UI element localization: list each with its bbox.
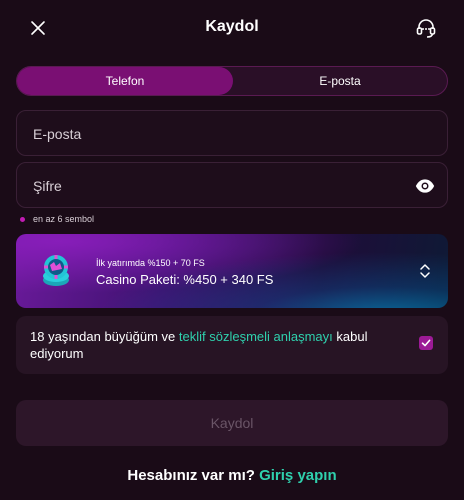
toggle-password-visibility-button[interactable]: [415, 176, 435, 196]
email-field-container: [16, 110, 448, 157]
hint-bullet-icon: [20, 216, 25, 222]
register-button[interactable]: Kaydol: [16, 400, 448, 446]
page-title: Kaydol: [205, 18, 259, 35]
bonus-title: Casino Paketi: %450 + 340 FS: [96, 272, 274, 287]
casino-chip-icon: [43, 255, 69, 286]
login-question: Hesabınız var mı?: [127, 467, 255, 484]
support-button[interactable]: [414, 16, 438, 40]
terms-text: 18 yaşından büyüğüm ve teklif sözleşmeli…: [30, 328, 420, 362]
terms-agreement: 18 yaşından büyüğüm ve teklif sözleşmeli…: [16, 316, 448, 374]
terms-link[interactable]: teklif sözleşmeli anlaşmayı: [179, 329, 333, 344]
tab-email[interactable]: E-posta: [233, 67, 447, 95]
header: Kaydol: [0, 0, 464, 56]
headset-icon: [416, 19, 436, 38]
eye-icon: [415, 179, 435, 193]
bonus-selector[interactable]: İlk yatırımda %150 + 70 FS Casino Paketi…: [16, 234, 448, 308]
email-field[interactable]: [31, 111, 415, 157]
checkmark-icon: [421, 339, 431, 347]
terms-checkbox[interactable]: [419, 336, 433, 350]
login-link[interactable]: Giriş yapın: [259, 467, 337, 484]
chevron-updown-icon: [420, 264, 430, 278]
tab-phone[interactable]: Telefon: [17, 67, 233, 95]
password-hint: en az 6 sembol: [20, 214, 94, 224]
password-field-container: [16, 162, 448, 209]
bonus-subtitle: İlk yatırımda %150 + 70 FS: [96, 258, 205, 268]
password-field[interactable]: [31, 163, 415, 209]
login-prompt: Hesabınız var mı? Giriş yapın: [0, 467, 464, 484]
terms-text-before: 18 yaşından büyüğüm ve: [30, 329, 179, 344]
password-hint-text: en az 6 sembol: [33, 214, 95, 224]
registration-method-tabs: Telefon E-posta: [16, 66, 448, 96]
